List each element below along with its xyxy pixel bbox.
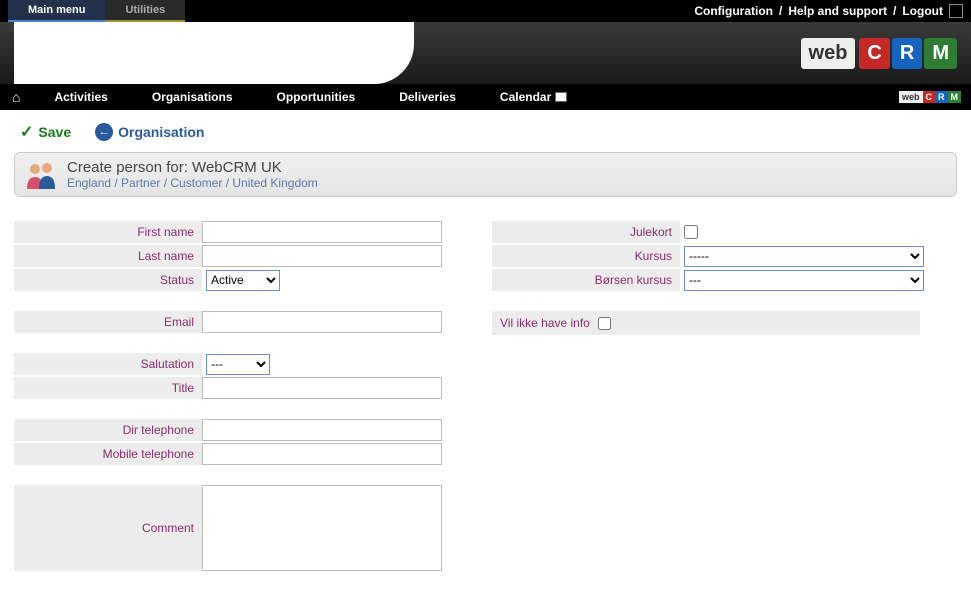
nav-deliveries[interactable]: Deliveries [377,84,478,110]
mob-tel-input[interactable] [202,443,442,465]
action-row: ✓ Save ← Organisation [14,122,957,142]
borsen-select[interactable]: --- [684,270,924,291]
page-header: Create person for: WebCRM UK England / P… [14,152,957,197]
logo: web C R M [801,38,957,69]
banner: web C R M [0,22,971,84]
label-julekort: Julekort [492,221,680,243]
logo-web: web [801,38,856,69]
logout-icon[interactable] [949,4,963,18]
banner-left-shape [14,22,414,84]
topbar-right: Configuration / Help and support / Logou… [694,4,963,18]
link-help[interactable]: Help and support [788,4,887,18]
dir-tel-input[interactable] [202,419,442,441]
header-text: Create person for: WebCRM UK England / P… [67,159,318,190]
label-comment: Comment [14,485,202,571]
save-button[interactable]: ✓ Save [20,122,71,142]
label-first-name: First name [14,221,202,243]
form-columns: First name Last name Status Active Email… [14,221,957,571]
form-col-left: First name Last name Status Active Email… [14,221,442,571]
first-name-input[interactable] [202,221,442,243]
link-configuration[interactable]: Configuration [694,4,773,18]
label-status: Status [14,269,202,291]
people-icon [25,161,57,189]
mini-logo: web C R M [899,91,961,103]
page-title: Create person for: WebCRM UK [67,159,318,176]
status-select[interactable]: Active [206,270,280,291]
salutation-select[interactable]: --- [206,354,270,375]
title-input[interactable] [202,377,442,399]
check-icon: ✓ [20,122,33,142]
nav-calendar[interactable]: Calendar [478,84,589,110]
label-salutation: Salutation [14,353,202,375]
last-name-input[interactable] [202,245,442,267]
nav-left: ⌂ Activities Organisations Opportunities… [0,84,589,110]
vil-ikke-checkbox[interactable] [598,317,611,330]
nav-organisations[interactable]: Organisations [130,84,255,110]
topbar: Main menu Utilities Configuration / Help… [0,0,971,22]
tab-main-menu[interactable]: Main menu [8,0,105,22]
topbar-left: Main menu Utilities [8,0,185,22]
comment-textarea[interactable] [202,485,442,571]
nav-activities[interactable]: Activities [32,84,129,110]
organisation-label: Organisation [118,124,204,140]
label-vil-ikke: Vil ikke have info [500,316,590,330]
label-kursus: Kursus [492,245,680,267]
label-last-name: Last name [14,245,202,267]
kursus-select[interactable]: ----- [684,246,924,267]
email-input[interactable] [202,311,442,333]
home-icon[interactable]: ⌂ [0,89,32,105]
organisation-button[interactable]: ← Organisation [95,123,204,141]
form-col-right: Julekort Kursus ----- Børsen kursus --- … [492,221,924,571]
julekort-checkbox[interactable] [684,225,698,239]
navbar: ⌂ Activities Organisations Opportunities… [0,84,971,110]
content: ✓ Save ← Organisation Create person for:… [0,110,971,583]
label-dir-tel: Dir telephone [14,419,202,441]
link-logout[interactable]: Logout [902,4,943,18]
label-title: Title [14,377,202,399]
label-mob-tel: Mobile telephone [14,443,202,465]
nav-opportunities[interactable]: Opportunities [255,84,378,110]
logo-m: M [924,38,957,69]
vil-ikke-row: Vil ikke have info [492,311,920,335]
label-borsen: Børsen kursus [492,269,680,291]
label-email: Email [14,311,202,333]
logo-c: C [859,38,889,69]
tab-utilities[interactable]: Utilities [105,0,185,22]
save-label: Save [38,124,71,140]
breadcrumb: England / Partner / Customer / United Ki… [67,176,318,190]
back-arrow-icon: ← [95,123,113,141]
calendar-icon [555,92,567,102]
logo-r: R [892,38,922,69]
